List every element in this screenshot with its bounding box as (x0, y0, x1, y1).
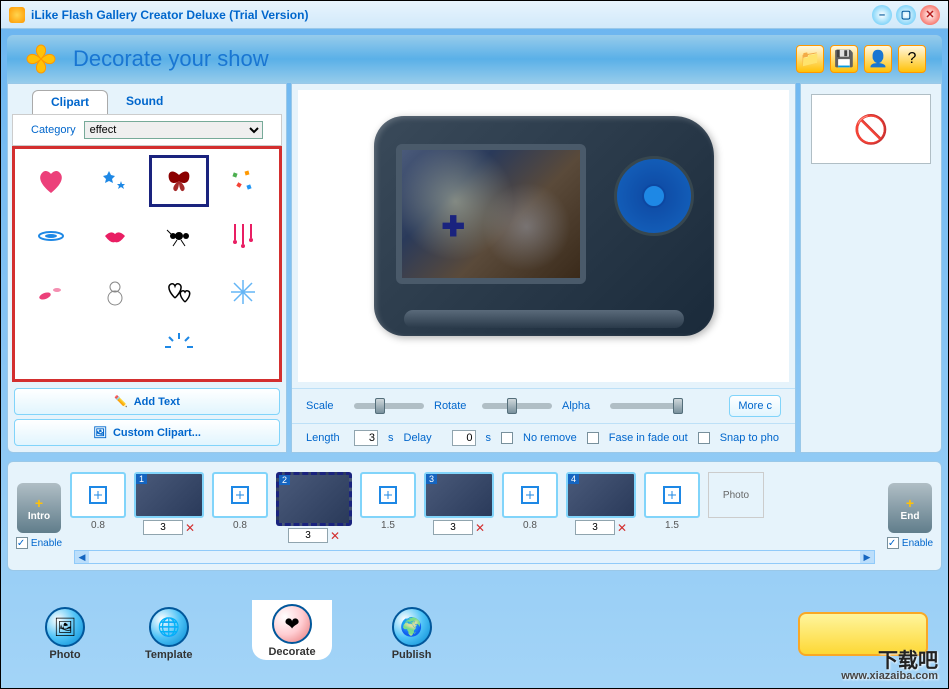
right-panel: 🚫 (800, 83, 942, 453)
clipart-ant[interactable] (149, 211, 209, 263)
minimize-button[interactable]: – (872, 5, 892, 25)
timeline-transition[interactable]: 0.8 (70, 472, 126, 531)
scale-label: Scale (306, 400, 344, 412)
clipart-panel: Clipart Sound Category effect (7, 83, 287, 453)
photo-icon: 🖼 (45, 607, 85, 647)
clipart-snowflake[interactable] (213, 266, 273, 318)
help-button[interactable]: ? (898, 45, 926, 73)
delay-label: Delay (404, 432, 442, 444)
clipart-blank1[interactable] (21, 322, 81, 374)
clipart-petals[interactable] (21, 266, 81, 318)
cross-clipart[interactable]: ✚ (442, 210, 465, 243)
open-folder-button[interactable]: 📁 (796, 45, 824, 73)
save-button[interactable]: 💾 (830, 45, 858, 73)
end-enable-checkbox[interactable] (887, 537, 899, 549)
delay-input[interactable] (452, 430, 476, 446)
scroll-right[interactable]: ▶ (860, 551, 874, 563)
player-dial[interactable] (614, 156, 694, 236)
clipart-blank3[interactable] (213, 322, 273, 374)
category-label: Category (31, 124, 76, 136)
timeline: +Intro Enable 0.81✕0.82✕1.53✕0.84✕1.5Pho… (7, 461, 942, 571)
timeline-scroll[interactable]: 0.81✕0.82✕1.53✕0.84✕1.5Photo◀▶ (70, 468, 879, 564)
decorate-icon: ❤ (272, 604, 312, 644)
timeline-transition[interactable]: 1.5 (644, 472, 700, 531)
clipart-stars[interactable] (85, 155, 145, 207)
tab-sound[interactable]: Sound (108, 90, 181, 114)
category-select[interactable]: effect (84, 121, 263, 139)
remove-icon[interactable]: ✕ (617, 521, 627, 535)
snap-checkbox[interactable] (698, 432, 710, 444)
length-label: Length (306, 432, 344, 444)
preview-area[interactable]: ✢ ✚ (298, 90, 789, 382)
rotate-slider[interactable] (482, 403, 552, 409)
duration-input[interactable] (288, 528, 328, 543)
add-text-button[interactable]: ✏️Add Text (14, 388, 280, 415)
title-bar: iLike Flash Gallery Creator Deluxe (Tria… (1, 1, 948, 29)
clipart-chimes[interactable] (213, 211, 273, 263)
timeline-placeholder[interactable]: Photo (708, 472, 764, 518)
remove-icon[interactable]: ✕ (330, 529, 340, 543)
alpha-slider[interactable] (610, 403, 680, 409)
intro-enable-checkbox[interactable] (16, 537, 28, 549)
publish-icon: 🌍 (392, 607, 432, 647)
timeline-transition[interactable]: 0.8 (502, 472, 558, 531)
duration-input[interactable] (433, 520, 473, 535)
timeline-transition[interactable]: 0.8 (212, 472, 268, 531)
player-body: ✚ (374, 116, 714, 336)
clipart-hearts-outline[interactable] (149, 266, 209, 318)
clipart-spark[interactable] (149, 322, 209, 374)
clipart-ring[interactable] (21, 211, 81, 263)
nav-template[interactable]: 🌐Template (145, 607, 192, 661)
timeline-transition[interactable]: 1.5 (360, 472, 416, 531)
preview-panel: ✢ ✚ Scale Rotate Alpha (291, 83, 796, 453)
logo-icon (23, 41, 59, 77)
template-icon: 🌐 (149, 607, 189, 647)
timeline-photo[interactable]: 2✕ (276, 472, 352, 543)
clipart-grid (12, 146, 282, 382)
custom-clipart-button[interactable]: 🖼Custom Clipart... (14, 419, 280, 446)
scale-slider[interactable] (354, 403, 424, 409)
player-screen: ✚ (396, 144, 586, 284)
scroll-left[interactable]: ◀ (75, 551, 89, 563)
more-button[interactable]: More c (729, 395, 781, 417)
pencil-icon: ✏️ (114, 395, 128, 408)
end-button[interactable]: +End (888, 483, 932, 533)
intro-button[interactable]: +Intro (17, 483, 61, 533)
rotate-label: Rotate (434, 400, 472, 412)
clipart-heart[interactable] (21, 155, 81, 207)
close-button[interactable]: ✕ (920, 5, 940, 25)
fade-checkbox[interactable] (587, 432, 599, 444)
timeline-photo[interactable]: 1✕ (134, 472, 204, 535)
window-title: iLike Flash Gallery Creator Deluxe (Tria… (31, 8, 872, 22)
remove-icon[interactable]: ✕ (185, 521, 195, 535)
user-button[interactable]: 👤 (864, 45, 892, 73)
maximize-button[interactable]: ▢ (896, 5, 916, 25)
tab-clipart[interactable]: Clipart (32, 90, 108, 114)
player-seekbar[interactable] (404, 310, 684, 328)
duration-input[interactable] (143, 520, 183, 535)
clipart-lips[interactable] (85, 211, 145, 263)
duration-input[interactable] (575, 520, 615, 535)
length-input[interactable] (354, 430, 378, 446)
clipart-snowman[interactable] (85, 266, 145, 318)
clipart-confetti[interactable] (213, 155, 273, 207)
nav-publish[interactable]: 🌍Publish (392, 607, 432, 661)
page-title: Decorate your show (73, 46, 796, 72)
nav-decorate[interactable]: ❤Decorate (252, 600, 331, 660)
timeline-photo[interactable]: 3✕ (424, 472, 494, 535)
image-icon: 🖼 (93, 426, 107, 439)
timeline-photo[interactable]: 4✕ (566, 472, 636, 535)
timeline-scrollbar[interactable]: ◀▶ (74, 550, 875, 564)
remove-icon[interactable]: ✕ (475, 521, 485, 535)
no-content-icon: 🚫 (811, 94, 931, 164)
header: Decorate your show 📁 💾 👤 ? (7, 35, 942, 83)
no-remove-checkbox[interactable] (501, 432, 513, 444)
clipart-butterfly[interactable] (149, 155, 209, 207)
alpha-label: Alpha (562, 400, 600, 412)
app-icon (9, 7, 25, 23)
clipart-blank2[interactable] (85, 322, 145, 374)
watermark: 下载吧 www.xiazaiba.com (841, 651, 938, 682)
nav-photo[interactable]: 🖼Photo (45, 607, 85, 661)
